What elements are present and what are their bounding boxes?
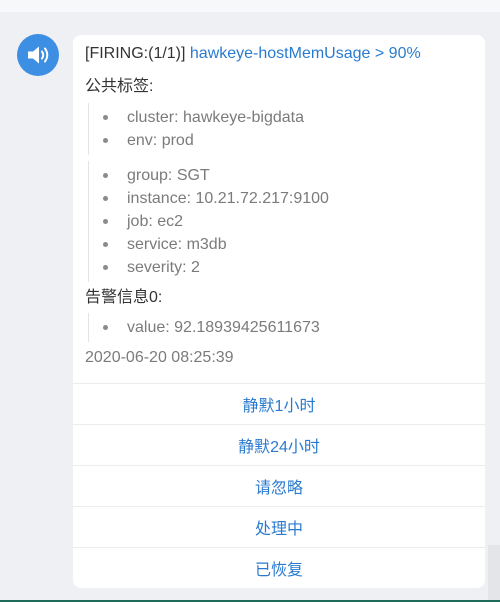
recovered-button[interactable]: 已恢复 xyxy=(73,547,485,588)
alert-info-list: value: 92.18939425611673 xyxy=(88,313,485,342)
bullet-icon xyxy=(103,196,108,201)
alert-value-text: value: 92.18939425611673 xyxy=(127,319,320,336)
list-item: service: m3db xyxy=(103,233,485,256)
list-item: instance: 10.21.72.217:9100 xyxy=(103,187,485,210)
speaker-icon xyxy=(28,46,49,64)
label-text: job: ec2 xyxy=(127,213,184,230)
alert-title: [FIRING:(1/1)] hawkeye-hostMemUsage > 90… xyxy=(85,43,485,65)
alert-status-prefix: [FIRING:(1/1)] xyxy=(85,45,186,62)
action-buttons: 静默1小时 静默24小时 请忽略 处理中 已恢复 xyxy=(73,383,485,588)
label-text: group: SGT xyxy=(127,167,210,184)
bullet-icon xyxy=(103,325,108,330)
ignore-button[interactable]: 请忽略 xyxy=(73,465,485,506)
bullet-icon xyxy=(103,115,108,120)
silence-1h-button[interactable]: 静默1小时 xyxy=(73,383,485,424)
common-labels-heading: 公共标签: xyxy=(85,78,154,95)
bullet-icon xyxy=(103,265,108,270)
list-item: severity: 2 xyxy=(103,256,485,279)
right-edge-strip xyxy=(488,545,500,602)
alert-message-card: [FIRING:(1/1)] hawkeye-hostMemUsage > 90… xyxy=(73,35,485,588)
silence-24h-button[interactable]: 静默24小时 xyxy=(73,424,485,465)
bullet-icon xyxy=(103,173,108,178)
bullet-icon xyxy=(103,219,108,224)
bullet-icon xyxy=(103,138,108,143)
alert-info-heading: 告警信息0: xyxy=(85,289,163,306)
top-band xyxy=(0,0,500,12)
list-item: group: SGT xyxy=(103,164,485,187)
alert-name-link[interactable]: hawkeye-hostMemUsage > 90% xyxy=(190,45,421,62)
label-text: cluster: hawkeye-bigdata xyxy=(127,109,304,126)
common-labels-list: cluster: hawkeye-bigdata env: prod xyxy=(88,103,485,155)
label-text: instance: 10.21.72.217:9100 xyxy=(127,190,329,207)
label-text: service: m3db xyxy=(127,236,227,253)
label-text: severity: 2 xyxy=(127,259,200,276)
processing-button[interactable]: 处理中 xyxy=(73,506,485,547)
list-item: cluster: hawkeye-bigdata xyxy=(103,106,485,129)
bullet-icon xyxy=(103,242,108,247)
labels-list: group: SGT instance: 10.21.72.217:9100 j… xyxy=(88,161,485,282)
list-item: env: prod xyxy=(103,129,485,152)
alert-timestamp: 2020-06-20 08:25:39 xyxy=(85,349,234,366)
label-text: env: prod xyxy=(127,132,194,149)
list-item: job: ec2 xyxy=(103,210,485,233)
bot-avatar[interactable] xyxy=(17,34,59,76)
list-item: value: 92.18939425611673 xyxy=(103,316,485,339)
